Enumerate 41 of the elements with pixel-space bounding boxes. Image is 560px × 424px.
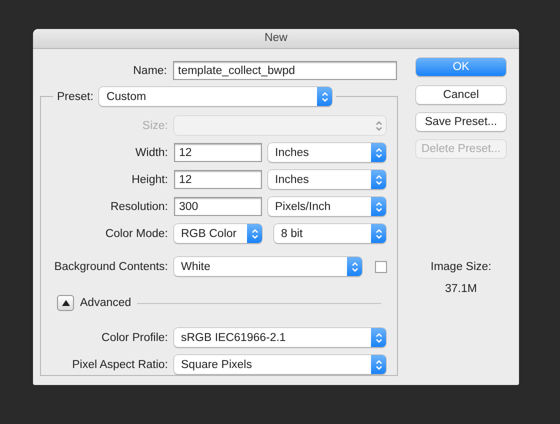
window-title: New bbox=[264, 31, 288, 46]
field-label: Height: bbox=[130, 174, 168, 186]
field-label: Size: bbox=[141, 120, 168, 132]
dropdown[interactable]: 8 bit bbox=[274, 224, 386, 243]
dropdown[interactable]: sRGB IEC61966-2.1 bbox=[174, 328, 386, 347]
dialog-button[interactable]: Cancel bbox=[416, 86, 506, 104]
field-label: Preset: bbox=[57, 90, 94, 102]
info-label: Image Size: bbox=[430, 261, 492, 273]
dropdown[interactable]: RGB Color bbox=[174, 224, 262, 243]
section-label: Advanced bbox=[80, 297, 132, 309]
stepper-icon bbox=[371, 197, 386, 216]
stepper-icon bbox=[317, 87, 332, 106]
stepper-icon bbox=[347, 257, 362, 276]
input-field[interactable]: 12 bbox=[174, 143, 262, 162]
dropdown[interactable]: Inches bbox=[268, 170, 386, 189]
stepper-icon bbox=[247, 224, 262, 243]
field-label: Name: bbox=[132, 64, 167, 76]
stepper-icon bbox=[371, 328, 386, 347]
input-field[interactable]: 300 bbox=[174, 197, 262, 216]
input-field[interactable]: 12 bbox=[174, 170, 262, 189]
dialog-button[interactable]: Save Preset... bbox=[416, 113, 506, 131]
input-field[interactable]: template_collect_bwpd bbox=[173, 61, 397, 80]
stepper-icon bbox=[371, 224, 386, 243]
checkbox[interactable] bbox=[375, 260, 387, 272]
field-label: Color Mode: bbox=[104, 228, 168, 240]
disclosure-button[interactable] bbox=[57, 295, 74, 311]
dropdown[interactable]: Custom bbox=[99, 87, 332, 106]
dropdown[interactable]: Pixels/Inch bbox=[268, 197, 386, 216]
stepper-icon bbox=[371, 170, 386, 189]
dropdown[interactable]: Inches bbox=[268, 143, 386, 162]
dropdown[interactable]: Square Pixels bbox=[174, 355, 386, 374]
triangle-icon bbox=[62, 300, 70, 306]
field-label: Resolution: bbox=[109, 200, 168, 212]
image-size-value: 37.1M bbox=[445, 283, 477, 295]
stepper-icon bbox=[371, 143, 386, 162]
field-label: Pixel Aspect Ratio: bbox=[71, 358, 168, 370]
field-label: Color Profile: bbox=[100, 332, 168, 344]
field-label: Width: bbox=[134, 146, 168, 158]
stepper-icon bbox=[371, 355, 386, 374]
field-label: Background Contents: bbox=[53, 260, 168, 272]
dropdown[interactable]: White bbox=[174, 257, 362, 276]
